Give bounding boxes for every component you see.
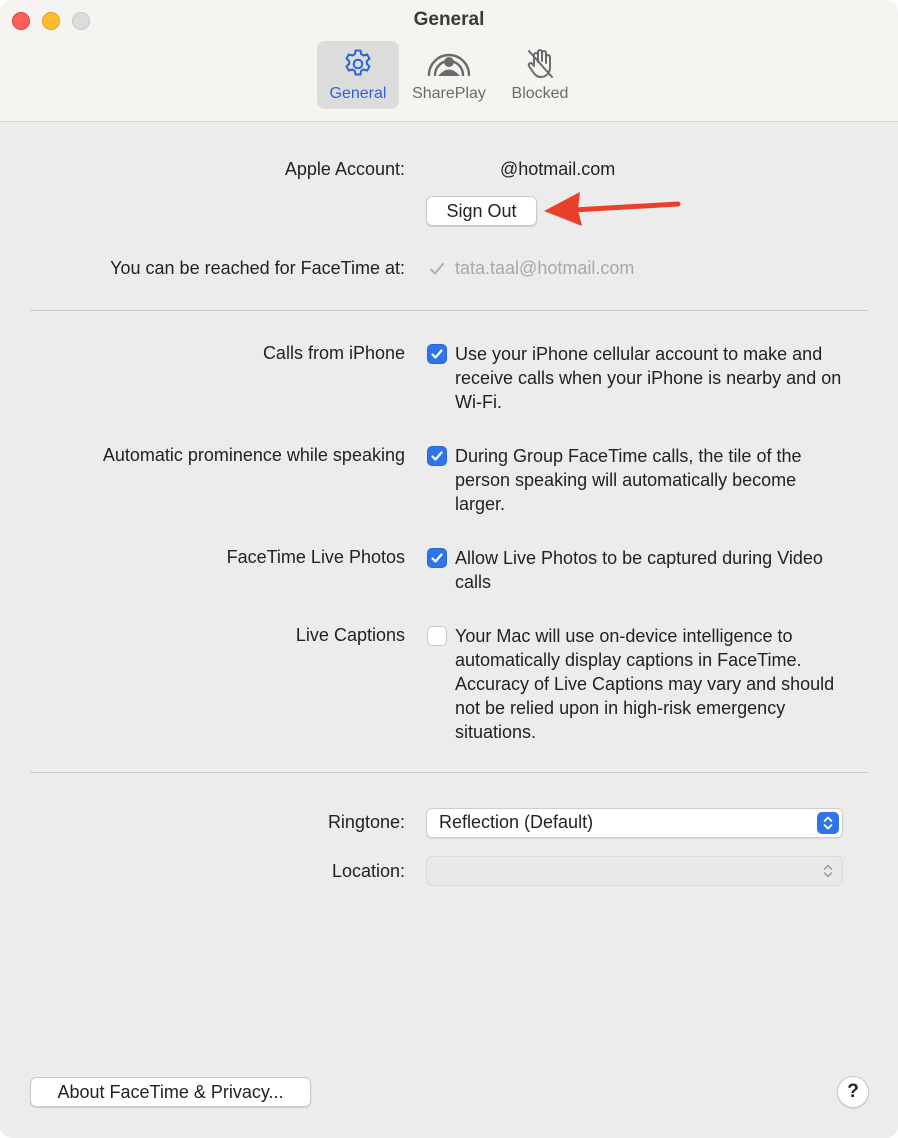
live-captions-description: Your Mac will use on-device intelligence… bbox=[455, 626, 835, 742]
toolbar: General General SharePlay Blocked bbox=[0, 0, 898, 122]
chevron-updown-icon bbox=[817, 812, 839, 834]
divider bbox=[30, 772, 868, 773]
tab-shareplay[interactable]: SharePlay bbox=[408, 41, 490, 109]
sign-out-button[interactable]: Sign Out bbox=[426, 196, 537, 226]
ringtone-value: Reflection (Default) bbox=[439, 812, 594, 832]
help-button[interactable]: ? bbox=[837, 1076, 869, 1108]
checkmark-icon bbox=[430, 263, 444, 275]
ringtone-popup[interactable]: Reflection (Default) bbox=[426, 808, 843, 838]
location-label: Location: bbox=[331, 861, 405, 881]
checkmark-icon bbox=[431, 349, 443, 359]
facetime-reach-label: You can be reached for FaceTime at: bbox=[110, 258, 405, 278]
tab-general[interactable]: General bbox=[317, 41, 399, 109]
ringtone-label: Ringtone: bbox=[327, 812, 405, 832]
tab-shareplay-label: SharePlay bbox=[412, 85, 486, 102]
checkmark-icon bbox=[431, 553, 443, 563]
annotation-arrow-icon bbox=[544, 192, 681, 226]
tab-blocked-label: Blocked bbox=[511, 85, 569, 102]
checkmark-icon bbox=[431, 451, 443, 461]
hand-raised-slash-icon bbox=[523, 47, 557, 81]
reach-address: tata.taal@hotmail.com bbox=[455, 258, 635, 278]
apple-account-value: @hotmail.com bbox=[500, 159, 616, 179]
apple-account-label: Apple Account: bbox=[284, 159, 405, 179]
calls-from-iphone-description: Use your iPhone cellular account to make… bbox=[455, 344, 842, 412]
window-title: General bbox=[413, 9, 485, 30]
divider bbox=[30, 310, 868, 311]
automatic-prominence-description: During Group FaceTime calls, the tile of… bbox=[455, 446, 802, 514]
facetime-settings-window: General General SharePlay Blocked Apple … bbox=[0, 0, 898, 1138]
calls-from-iphone-checkbox[interactable] bbox=[427, 344, 447, 364]
tab-blocked[interactable]: Blocked bbox=[499, 41, 581, 109]
live-captions-checkbox[interactable] bbox=[427, 626, 447, 646]
reach-address-checkbox[interactable] bbox=[427, 259, 447, 279]
about-facetime-privacy-button[interactable]: About FaceTime & Privacy... bbox=[30, 1077, 311, 1107]
location-popup[interactable] bbox=[426, 856, 843, 886]
tab-general-label: General bbox=[329, 85, 387, 102]
live-photos-description: Allow Live Photos to be captured during … bbox=[455, 548, 823, 592]
live-photos-checkbox[interactable] bbox=[427, 548, 447, 568]
live-photos-label: FaceTime Live Photos bbox=[226, 547, 405, 567]
live-captions-label: Live Captions bbox=[295, 625, 405, 645]
shareplay-icon bbox=[425, 47, 473, 81]
automatic-prominence-checkbox[interactable] bbox=[427, 446, 447, 466]
automatic-prominence-label: Automatic prominence while speaking bbox=[102, 445, 405, 465]
chevron-updown-icon bbox=[817, 860, 839, 882]
calls-from-iphone-label: Calls from iPhone bbox=[262, 343, 405, 363]
gear-icon bbox=[341, 47, 375, 81]
